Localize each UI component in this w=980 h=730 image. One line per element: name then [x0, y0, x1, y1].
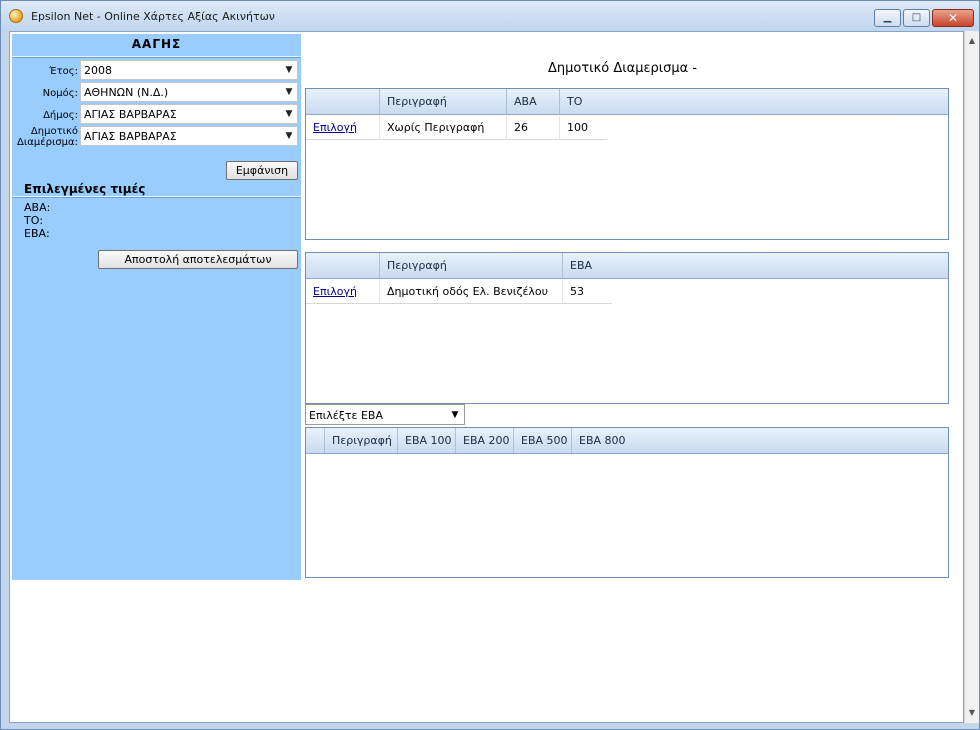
column-header: Περιγραφή — [379, 253, 562, 278]
to-cell: 100 — [559, 116, 607, 140]
description-cell: Δημοτική οδός Ελ. Βενιζέλου — [379, 280, 562, 304]
year-value: 2008 — [84, 64, 112, 77]
column-header: ΤΟ — [559, 89, 948, 114]
column-header — [306, 428, 324, 453]
year-select[interactable]: 2008 ▼ — [80, 60, 298, 80]
column-header — [306, 253, 379, 278]
aba-grid: Περιγραφή ΑΒΑ ΤΟ Επιλογή Χωρίς Περιγραφή… — [305, 88, 949, 240]
select-link[interactable]: Επιλογή — [313, 121, 357, 134]
chevron-down-icon[interactable]: ▼ — [281, 127, 297, 145]
district-value: ΑΓΙΑΣ ΒΑΡΒΑΡΑΣ — [84, 130, 177, 143]
send-results-button[interactable]: Αποστολή αποτελεσμάτων — [98, 250, 298, 269]
close-button[interactable]: ✕ — [932, 9, 974, 27]
prefecture-value: ΑΘΗΝΩΝ (Ν.Δ.) — [84, 86, 169, 99]
app-logo-icon — [9, 9, 23, 23]
divider — [12, 56, 301, 58]
chevron-down-icon[interactable]: ▼ — [448, 407, 462, 423]
column-header: Περιγραφή — [324, 428, 397, 453]
close-icon: ✕ — [947, 11, 959, 25]
arrow-up-icon[interactable]: ▲ — [965, 33, 979, 49]
chevron-down-icon[interactable]: ▼ — [281, 61, 297, 79]
eba-grid: Περιγραφή ΕΒΑ Επιλογή Δημοτική οδός Ελ. … — [305, 252, 949, 404]
description-cell: Χωρίς Περιγραφή — [379, 116, 506, 140]
municipality-value: ΑΓΙΑΣ ΒΑΡΒΑΡΑΣ — [84, 108, 177, 121]
column-header: ΕΒΑ — [562, 253, 948, 278]
column-header: ΑΒΑ — [506, 89, 559, 114]
chevron-down-icon[interactable]: ▼ — [281, 83, 297, 101]
municipality-select[interactable]: ΑΓΙΑΣ ΒΑΡΒΑΡΑΣ ▼ — [80, 104, 298, 124]
column-header: ΕΒΑ 500 — [513, 428, 571, 453]
show-button[interactable]: Εμφάνιση — [226, 161, 298, 180]
select-cell: Επιλογή — [306, 280, 379, 304]
minimize-button[interactable]: ▁ — [874, 9, 901, 27]
page-title: Δημοτικό Διαμερισμα - — [548, 61, 698, 76]
eba-cell: 53 — [562, 280, 612, 304]
chevron-down-icon[interactable]: ▼ — [281, 105, 297, 123]
window-title: Epsilon Net - Online Χάρτες Αξίας Ακινήτ… — [31, 10, 275, 23]
filter-panel: ΑΑΓΗΣ Έτος: 2008 ▼ Νομός: ΑΘΗΝΩΝ (Ν.Δ.) … — [12, 34, 301, 580]
title-bar[interactable]: Epsilon Net - Online Χάρτες Αξίας Ακινήτ… — [1, 1, 979, 31]
grid-header: Περιγραφή ΕΒΑ 100 ΕΒΑ 200 ΕΒΑ 500 ΕΒΑ 80… — [306, 428, 948, 454]
eba-select-value: Επιλέξτε ΕΒΑ — [309, 409, 383, 422]
eba-select[interactable]: Επιλέξτε ΕΒΑ ▼ — [305, 404, 465, 425]
vertical-scrollbar[interactable]: ▲ ▼ — [964, 31, 979, 723]
prefecture-label: Νομός: — [42, 88, 78, 99]
selected-to: ΤΟ: — [24, 214, 44, 227]
column-header: ΕΒΑ 200 — [455, 428, 513, 453]
divider — [12, 196, 301, 198]
municipality-label: Δήμος: — [43, 110, 78, 121]
selected-values-title: Επιλεγμένες τιμές — [24, 182, 146, 196]
select-link[interactable]: Επιλογή — [313, 285, 357, 298]
maximize-icon: □ — [911, 12, 922, 23]
column-header: ΕΒΑ 800 — [571, 428, 948, 453]
column-header: ΕΒΑ 100 — [397, 428, 455, 453]
district-label-line2: Διαμέρισμα: — [17, 137, 78, 148]
aba-cell: 26 — [506, 116, 559, 140]
district-select[interactable]: ΑΓΙΑΣ ΒΑΡΒΑΡΑΣ ▼ — [80, 126, 298, 146]
eba-levels-grid: Περιγραφή ΕΒΑ 100 ΕΒΑ 200 ΕΒΑ 500 ΕΒΑ 80… — [305, 427, 949, 578]
grid-header: Περιγραφή ΑΒΑ ΤΟ — [306, 89, 948, 115]
year-label: Έτος: — [49, 66, 78, 77]
prefecture-select[interactable]: ΑΘΗΝΩΝ (Ν.Δ.) ▼ — [80, 82, 298, 102]
column-header: Περιγραφή — [379, 89, 506, 114]
grid-header: Περιγραφή ΕΒΑ — [306, 253, 948, 279]
minimize-icon: ▁ — [883, 12, 892, 23]
panel-title: ΑΑΓΗΣ — [131, 37, 182, 51]
select-cell: Επιλογή — [306, 116, 379, 140]
maximize-button[interactable]: □ — [903, 9, 930, 27]
selected-eba: ΕΒΑ: — [24, 227, 50, 240]
selected-aba: ΑΒΑ: — [24, 201, 51, 214]
column-header — [306, 89, 379, 114]
arrow-down-icon[interactable]: ▼ — [965, 705, 979, 721]
